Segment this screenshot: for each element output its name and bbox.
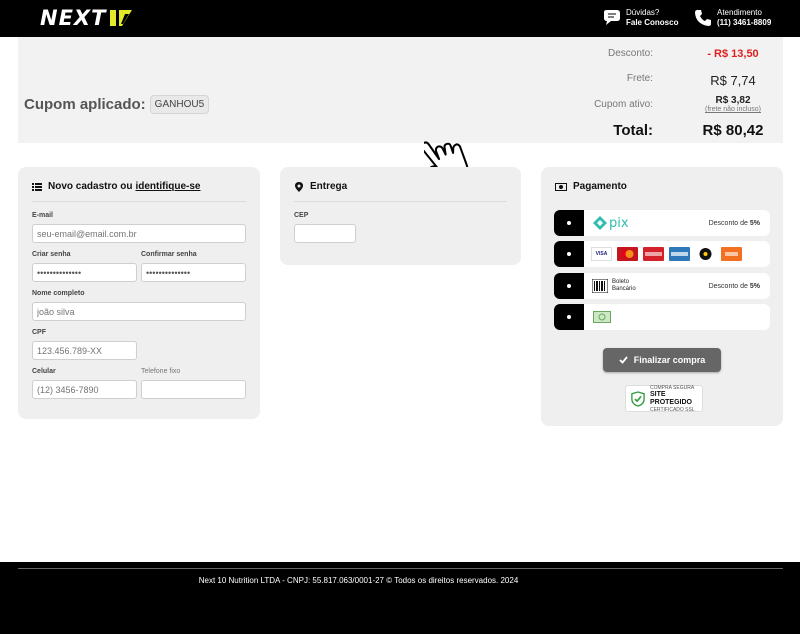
total-label: Total: (613, 122, 653, 139)
service-label: Atendimento (717, 8, 762, 17)
payment-option-cash[interactable] (554, 304, 770, 330)
logo-text: NEXT (40, 6, 107, 30)
discount-value: - R$ 13,50 (707, 48, 759, 60)
shipping-value: R$ 7,74 (710, 73, 756, 88)
card-brands: VISA (591, 247, 742, 261)
active-coupon-value: R$ 3,82 (715, 95, 751, 106)
password-label: Criar senha (32, 251, 71, 258)
boleto-text: Boleto Bancário (612, 279, 636, 292)
title-divider (294, 201, 507, 202)
service-contact[interactable]: Atendimento (11) 3461-8809 (693, 8, 771, 28)
list-icon (32, 182, 42, 191)
password-field[interactable]: •••••••••••••• (32, 263, 137, 282)
applied-coupon: Cupom aplicado: GANHOU5 (24, 95, 210, 114)
coupon-label: Cupom aplicado: (24, 96, 146, 113)
landline-label: Telefone fixo (141, 368, 181, 375)
mobile-label: Celular (32, 368, 56, 375)
payment-card: Pagamento pix Desconto de 5% VISA Boleto… (541, 167, 783, 426)
amex-icon (669, 247, 690, 261)
chat-bubble-icon (604, 10, 620, 25)
total-value: R$ 80,42 (702, 122, 764, 139)
help-contact[interactable]: Dúvidas? Fale Conosco (602, 8, 678, 28)
boleto-radio[interactable] (554, 273, 584, 299)
service-phone[interactable]: (11) 3461-8809 (717, 18, 771, 28)
pix-discount: Desconto de 5% (708, 219, 760, 227)
help-link[interactable]: Fale Conosco (626, 18, 678, 28)
check-icon (619, 356, 628, 364)
seal-bottom-text: CERTIFICADO SSL (649, 406, 695, 413)
shipping-label: Frete: (626, 73, 653, 84)
discount-row: Desconto: - R$ 13,50 (523, 48, 783, 60)
shipping-row: Frete: R$ 7,74 (523, 73, 783, 88)
mastercard-icon (617, 247, 638, 261)
payment-option-credit-card[interactable]: VISA (554, 241, 770, 267)
pix-text: pix (609, 215, 629, 231)
registration-title-text: Novo cadastro ou (48, 181, 133, 192)
discount-label: Desconto: (607, 48, 653, 59)
landline-field[interactable] (141, 380, 246, 399)
payment-title: Pagamento (555, 181, 627, 192)
coupon-code-badge: GANHOU5 (149, 95, 210, 114)
cpf-field[interactable] (32, 341, 137, 360)
barcode-icon (592, 279, 608, 293)
active-coupon-label: Cupom ativo: (594, 99, 653, 110)
site-footer: Next 10 Nutrition LTDA - CNPJ: 55.817.06… (0, 562, 800, 634)
phone-icon (695, 10, 711, 26)
help-label: Dúvidas? (626, 8, 660, 17)
delivery-title: Entrega (294, 181, 347, 192)
hipercard-icon (721, 247, 742, 261)
total-row: Total: R$ 80,42 (523, 122, 783, 139)
confirm-password-label: Confirmar senha (141, 251, 197, 258)
boleto-discount: Desconto de 5% (708, 282, 760, 290)
shipping-not-included-note[interactable]: (frete não incluso) (683, 106, 783, 114)
name-field[interactable] (32, 302, 246, 321)
site-protected-seal: COMPRA SEGURA SITE PROTEGIDO CERTIFICADO… (625, 384, 703, 413)
cash-radio[interactable] (554, 304, 584, 330)
delivery-title-text: Entrega (310, 181, 348, 192)
footer-copyright: Next 10 Nutrition LTDA - CNPJ: 55.817.06… (198, 576, 519, 585)
seal-main-text: SITE PROTEGIDO (649, 390, 692, 406)
seal-top-text: COMPRA SEGURA (649, 384, 695, 391)
next10-logo[interactable]: NEXT (40, 6, 133, 30)
visa-icon: VISA (591, 247, 612, 261)
confirm-password-field[interactable]: •••••••••••••• (141, 263, 246, 282)
name-label: Nome completo (32, 290, 85, 297)
elo-icon (699, 248, 712, 260)
footer-divider (18, 568, 783, 569)
logo-10-mark-icon (110, 10, 133, 26)
payment-option-pix[interactable]: pix Desconto de 5% (554, 210, 770, 236)
finalize-purchase-label: Finalizar compra (633, 355, 706, 365)
email-label: E-mail (32, 212, 54, 219)
delivery-card: Entrega CEP (280, 167, 521, 265)
order-summary: Cupom aplicado: GANHOU5 Desconto: - R$ 1… (18, 37, 783, 143)
money-bill-icon (555, 182, 567, 191)
cep-field[interactable] (294, 224, 356, 243)
cash-bill-icon (593, 311, 611, 323)
email-field[interactable] (32, 224, 246, 243)
credit-card-radio[interactable] (554, 241, 584, 267)
active-coupon-row: Cupom ativo: R$ 3,82 (frete não incluso) (523, 95, 783, 114)
payment-title-text: Pagamento (573, 181, 627, 192)
identify-link[interactable]: identifique-se (135, 181, 200, 192)
diners-icon (643, 247, 664, 261)
finalize-purchase-button[interactable]: Finalizar compra (603, 348, 721, 372)
cep-label: CEP (294, 212, 309, 219)
registration-card: Novo cadastro ou identifique-se E-mail C… (18, 167, 260, 419)
registration-title: Novo cadastro ou identifique-se (32, 181, 200, 192)
payment-option-boleto[interactable]: Boleto Bancário Desconto de 5% (554, 273, 770, 299)
title-divider (32, 201, 246, 202)
mobile-field[interactable] (32, 380, 137, 399)
pix-radio[interactable] (554, 210, 584, 236)
shield-check-icon (631, 390, 645, 407)
map-pin-icon (295, 181, 303, 192)
pix-icon (593, 216, 607, 230)
site-header: NEXT Dúvidas? Fale Conosco Atendimento (… (0, 0, 800, 37)
cpf-label: CPF (32, 329, 46, 336)
